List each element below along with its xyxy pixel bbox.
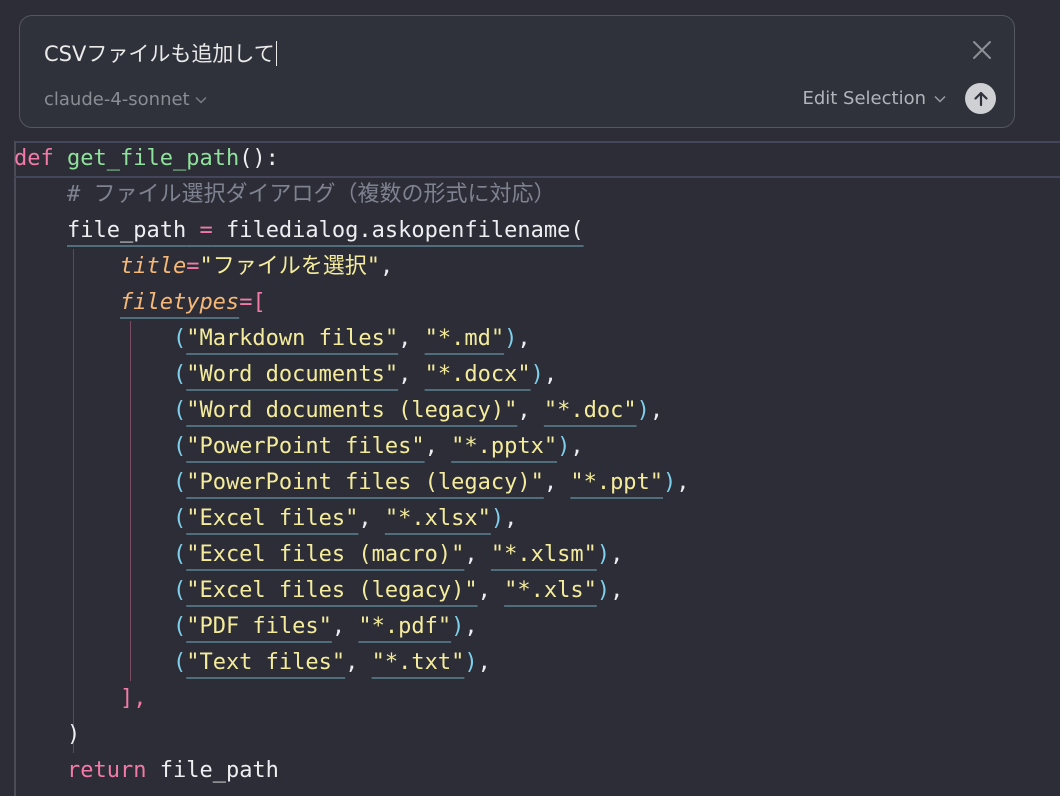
filetype-label: "Excel files" <box>186 506 359 531</box>
arrow-up-icon <box>973 91 988 106</box>
function-call: filedialog.askopenfilename( <box>225 218 584 243</box>
code-line-title: title="ファイルを選択", <box>119 254 394 279</box>
filetype-ext: "*.xlsx" <box>384 506 491 531</box>
filetype-label: "PowerPoint files" <box>186 434 425 459</box>
filetype-tuple-line: ("Excel files (legacy)", "*.xls"), <box>172 578 624 603</box>
code-line-return: return file_path <box>14 753 279 789</box>
filetype-ext: "*.doc" <box>543 398 637 423</box>
code-line-filetypes-close: ], <box>14 681 147 717</box>
filetype-tuple-line: ("PowerPoint files", "*.pptx"), <box>172 434 584 459</box>
filetype-tuple-line: ("Markdown files", "*.md"), <box>172 326 531 351</box>
edit-selection-dropdown[interactable]: Edit Selection <box>802 88 946 109</box>
filetype-ext: "*.xlsm" <box>490 542 597 567</box>
code-line-call-close: ) <box>14 717 80 753</box>
chevron-down-icon <box>934 95 946 103</box>
def-keyword: def <box>14 146 54 171</box>
filetype-ext: "*.md" <box>424 326 505 351</box>
code-line-def: def get_file_path(): <box>14 141 279 177</box>
model-selector-label: claude-4-sonnet <box>44 89 190 110</box>
title-value: "ファイルを選択" <box>199 254 380 279</box>
filetype-label: "Markdown files" <box>186 326 399 351</box>
function-name: get_file_path <box>67 146 240 171</box>
filetype-label: "Excel files (macro)" <box>186 542 465 567</box>
edit-selection-label: Edit Selection <box>802 88 926 109</box>
filetype-tuple-line: ("PowerPoint files (legacy)", "*.ppt"), <box>172 470 690 495</box>
code-editor[interactable]: def get_file_path(): # ファイル選択ダイアログ（複数の形式… <box>0 141 1060 796</box>
filetypes-open-bracket: [ <box>252 290 266 315</box>
code-comment: # ファイル選択ダイアログ（複数の形式に対応） <box>66 182 556 207</box>
filetype-tuple-line: ("Word documents", "*.docx"), <box>172 362 558 387</box>
prompt-input-text[interactable]: CSVファイルも追加して <box>44 38 275 68</box>
assign-variable: file_path <box>66 218 187 243</box>
filetype-label: "Excel files (legacy)" <box>186 578 478 603</box>
call-close-paren: ) <box>66 722 81 747</box>
filetype-ext: "*.xls" <box>504 578 597 603</box>
filetype-tuple-line: ("PDF files", "*.pdf"), <box>172 614 478 639</box>
code-line-filetypes: filetypes=[ <box>119 290 266 315</box>
filetype-tuple-line: ("Excel files", "*.xlsx"), <box>172 506 518 531</box>
assign-operator: = <box>199 218 213 243</box>
filetype-tuple-line: ("Word documents (legacy)", "*.doc"), <box>172 398 664 423</box>
filetype-ext: "*.pdf" <box>358 614 452 639</box>
filetype-ext: "*.txt" <box>371 650 465 675</box>
filetype-ext: "*.pptx" <box>451 434 558 459</box>
filetype-label: "PowerPoint files (legacy)" <box>186 470 544 495</box>
chevron-down-icon <box>195 96 207 104</box>
close-button[interactable] <box>972 40 992 60</box>
filetype-ext: "*.ppt" <box>570 470 664 495</box>
submit-button[interactable] <box>965 83 996 114</box>
filetype-label: "Text files" <box>186 650 346 675</box>
prompt-input[interactable]: CSVファイルも追加して <box>44 38 278 68</box>
filetype-label: "Word documents (legacy)" <box>186 398 518 423</box>
close-icon <box>973 41 991 59</box>
code-line-comment: # ファイル選択ダイアログ（複数の形式に対応） <box>14 177 556 213</box>
function-signature-tail: (): <box>239 146 279 171</box>
filetypes-param: filetypes <box>119 290 240 315</box>
filetype-label: "Word documents" <box>186 362 399 387</box>
filetypes-close-bracket: ], <box>119 686 147 711</box>
filetype-tuple-line: ("Text files", "*.txt"), <box>172 650 491 675</box>
code-line-assign: file_path = filedialog.askopenfilename( <box>14 213 584 249</box>
inline-edit-prompt: CSVファイルも追加して claude-4-sonnet Edit Select… <box>19 15 1015 128</box>
text-caret <box>275 40 278 66</box>
return-value: file_path <box>159 758 279 783</box>
filetype-ext: "*.docx" <box>424 362 531 387</box>
return-keyword: return <box>66 758 147 783</box>
filetype-tuple-line: ("Excel files (macro)", "*.xlsm"), <box>172 542 624 567</box>
model-selector[interactable]: claude-4-sonnet <box>44 89 207 110</box>
filetype-label: "PDF files" <box>186 614 332 639</box>
title-param: title <box>119 254 187 279</box>
